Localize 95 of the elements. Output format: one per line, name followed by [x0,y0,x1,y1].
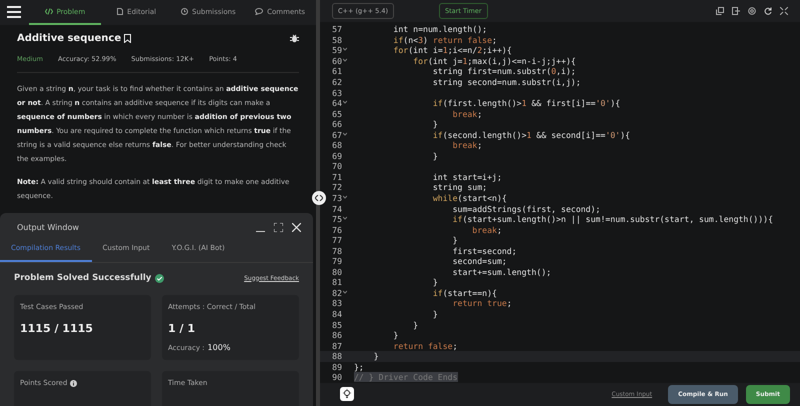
code-line: int n=num.length(); [392,24,488,35]
menu-icon[interactable] [7,6,21,18]
code-icon [44,8,53,15]
code-line: return false; [392,340,458,352]
line-number: 82 [331,288,342,298]
line-number: 90 [331,372,342,383]
fullscreen-icon[interactable] [780,7,788,16]
line-number: 70 [331,161,342,172]
file-icon[interactable] [732,7,740,16]
code-line: break; [452,140,482,151]
line-number: 66 [331,119,342,130]
lightbulb-icon[interactable] [340,387,354,402]
card-value: 1 / 1 [168,322,196,335]
bookmark-icon[interactable] [124,34,132,43]
line-number: 88 [331,351,342,362]
line-number: 77 [331,235,342,246]
check-icon [155,274,164,282]
chat-icon [255,8,264,15]
line-number: 64 [331,98,342,109]
code-line: } [432,150,438,162]
status-message: Problem Solved Successfully [14,273,152,283]
code-line: break; [452,108,482,120]
line-number: 79 [331,256,342,267]
fold-icon[interactable] [343,195,347,200]
line-number: 80 [331,266,342,278]
problem-title: Additive sequence [17,33,122,44]
line-number: 84 [331,309,342,320]
code-line: start+=sum.length(); [452,266,552,278]
code-line: if(start==n){ [432,288,497,298]
expand-icon[interactable] [274,223,283,232]
fold-icon[interactable] [343,100,347,104]
info-icon[interactable] [70,380,78,386]
code-line: } [372,351,379,362]
code-line: } [452,235,458,246]
line-number: 73 [331,193,342,204]
code-line: } [412,320,418,330]
reset-icon[interactable] [764,7,772,16]
output-title: Output Window [17,223,79,232]
clock-icon [181,8,188,15]
line-number: 57 [331,24,342,35]
line-number: 72 [331,182,342,194]
code-line: }; [353,362,364,372]
line-number: 74 [331,204,342,214]
code-line: } [432,309,438,320]
code-line: second=sum; [452,256,507,267]
fold-icon[interactable] [343,216,347,220]
code-line: break; [471,224,502,236]
code-line: if(first.length()>1 && first[i]=='0'){ [432,98,620,109]
line-number: 85 [331,320,342,330]
code-line: string sum; [432,182,488,194]
code-line: string second=num.substr(i,j); [432,77,581,88]
code-line: if(n<3) return false; [392,34,497,46]
line-number: 60 [331,56,342,66]
line-number: 58 [331,34,342,46]
fold-icon[interactable] [343,47,347,52]
code-line: int start=i+j; [432,172,502,182]
line-number: 75 [331,214,342,225]
line-number: 65 [331,108,342,120]
close-icon[interactable] [292,223,301,232]
code-line: while(start<n){ [432,193,507,204]
code-line: } [392,330,398,341]
code-line: sum=addStrings(first, second); [452,204,600,214]
line-number: 69 [331,150,342,162]
line-number: 89 [331,362,342,372]
code-line: first=second; [452,246,517,256]
fold-icon[interactable] [343,58,347,62]
line-number: 61 [331,66,342,77]
document-icon [117,8,124,15]
code-line: } [432,119,438,130]
line-number: 76 [331,224,342,236]
card-value: 1115 / 1115 [20,322,94,335]
line-number: 63 [331,88,342,98]
line-number: 81 [331,277,342,288]
code-line: for(int i=1;i<=n/2;i++){ [392,45,512,56]
code-line: for(int j=1;max(i,j)<=n-i-j;j++){ [412,56,576,66]
line-number: 68 [331,140,342,151]
code-line: if(second.length()>1 && second[i]=='0'){ [432,130,630,140]
line-number: 59 [331,45,342,56]
line-number: 67 [331,130,342,140]
fold-icon[interactable] [343,132,347,136]
code-line: string first=num.substr(0,i); [432,66,576,77]
bug-icon[interactable] [290,34,299,43]
line-number: 87 [331,340,342,352]
code-line: if(start+sum.length()>n || sum!=num.substr(start, sum.length())){ [452,214,773,225]
copy-icon[interactable] [716,7,724,16]
line-number: 62 [331,77,342,88]
code-line: return true; [452,298,512,310]
line-number: 86 [331,330,342,341]
fold-icon[interactable] [343,290,347,294]
line-number: 71 [331,172,342,182]
code-line: } [432,277,438,288]
settings-icon[interactable] [748,7,756,16]
accuracy-value: 100% [208,343,230,352]
line-number: 78 [331,246,342,256]
line-number: 83 [331,298,342,310]
